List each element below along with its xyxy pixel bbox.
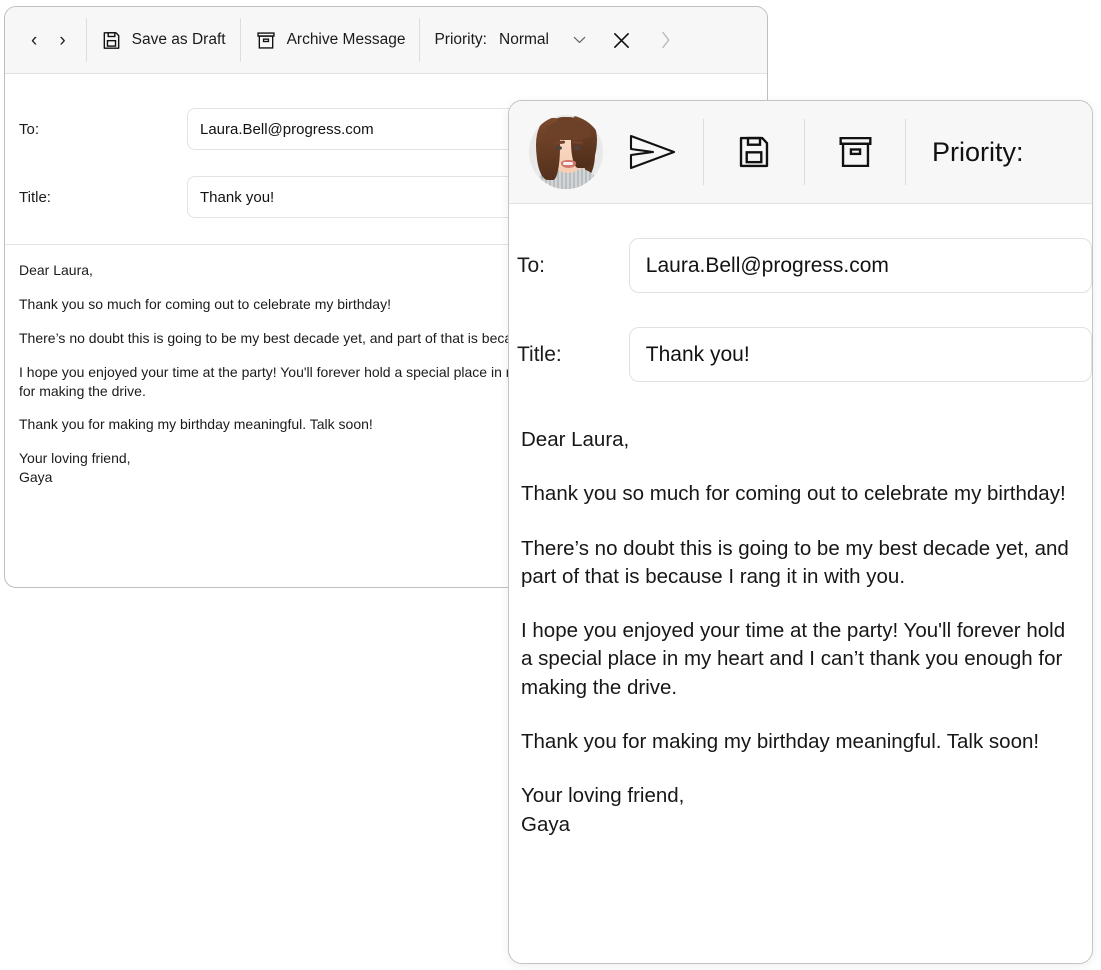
save-as-draft-label: Save as Draft (131, 31, 226, 48)
to-field-row: To: Laura.Bell@progress.com (509, 238, 1092, 293)
to-label: To: (517, 253, 546, 277)
save-draft-button[interactable] (704, 101, 804, 203)
save-as-draft-button[interactable]: Save as Draft (87, 7, 240, 73)
avatar-fringe (545, 120, 591, 140)
archive-message-button[interactable]: Archive Message (241, 7, 420, 73)
nav-back-icon[interactable]: ‹ (25, 31, 43, 50)
title-input[interactable]: Thank you! (628, 327, 1092, 382)
archive-message-label: Archive Message (286, 31, 406, 48)
body-paragraph: Dear Laura, (521, 428, 630, 451)
chevron-down-icon[interactable] (573, 36, 586, 44)
close-icon[interactable] (612, 31, 631, 50)
to-label: To: (19, 120, 40, 138)
nav-forward-icon[interactable]: › (53, 31, 71, 50)
title-label: Title: (517, 342, 562, 366)
avatar-teeth (563, 161, 573, 165)
front-toolbar: Priority: (509, 101, 1092, 204)
avatar[interactable] (529, 115, 603, 189)
priority-value[interactable]: Normal (499, 31, 549, 49)
priority-group[interactable]: Priority: Normal (420, 7, 685, 73)
body-paragraph: I hope you enjoyed your time at the part… (521, 619, 1066, 699)
back-toolbar: ‹ › Save as Draft Archive Message Priori… (5, 7, 767, 74)
to-input[interactable]: Laura.Bell@progress.com (628, 238, 1092, 293)
priority-label: Priority: (932, 136, 1024, 167)
back-nav-group: ‹ › (11, 7, 86, 73)
archive-icon (255, 30, 277, 51)
body-paragraph: There’s no doubt this is going to be my … (521, 536, 1069, 588)
body-paragraph: Thank you for making my birthday meaning… (521, 729, 1040, 753)
archive-icon (835, 133, 876, 171)
avatar-eye-right (574, 146, 580, 150)
title-field-row: Title: Thank you! (509, 327, 1092, 382)
avatar-eye-left (556, 146, 562, 150)
body-paragraph: Thank you so much for coming out to cele… (521, 482, 1066, 506)
save-icon (735, 133, 773, 171)
save-icon (101, 30, 122, 51)
priority-label: Priority: (434, 31, 487, 48)
title-label: Title: (19, 188, 51, 206)
archive-button[interactable] (805, 101, 905, 203)
send-button[interactable] (603, 101, 703, 203)
body-signature: Your loving friend, Gaya (521, 784, 685, 836)
front-form-area: To: Laura.Bell@progress.com Title: Thank… (509, 204, 1092, 382)
send-icon (627, 131, 679, 173)
front-mail-body[interactable]: Dear Laura, Thank you so much for coming… (509, 416, 1092, 839)
compose-window-large[interactable]: Priority: To: Laura.Bell@progress.com Ti… (508, 100, 1093, 964)
overflow-chevron-right-icon[interactable] (661, 31, 671, 49)
